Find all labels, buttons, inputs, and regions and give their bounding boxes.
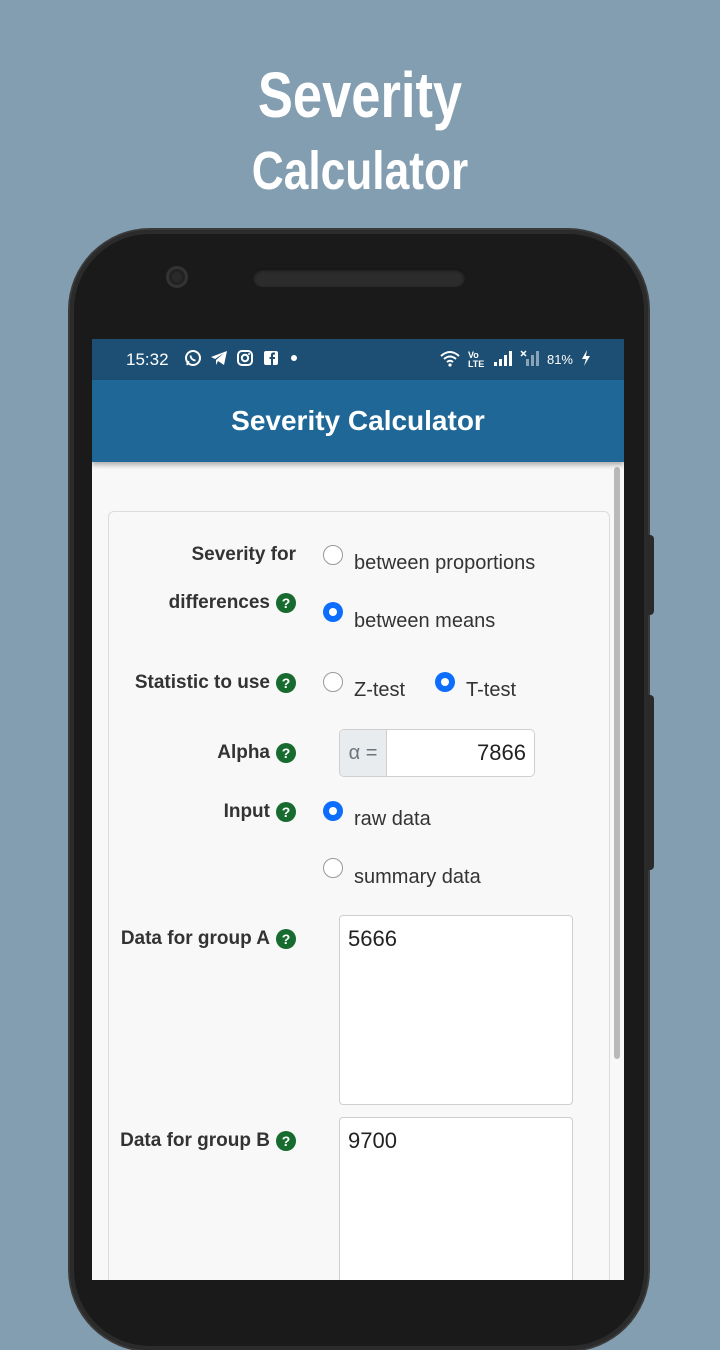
phone-screen: 15:32 Vo LTE 81% Severity Calculator Sev… [92,339,624,1280]
group-b-textarea[interactable]: 9700 [339,1117,573,1280]
option-z-test[interactable]: Z-test [354,679,405,702]
help-icon[interactable]: ? [276,743,296,763]
alpha-prefix: α = [340,730,387,776]
severity-label-line1: Severity for [191,544,296,565]
help-icon[interactable]: ? [276,1131,296,1151]
severity-label-line2: differences ? [169,592,296,614]
no-signal-icon [520,349,540,370]
volte-icon: Vo LTE [467,349,485,369]
alpha-input-group: α = 7866 [339,729,535,777]
help-icon[interactable]: ? [276,929,296,949]
dot-icon [288,349,300,372]
status-notification-icons [184,349,300,372]
group-b-label: Data for group B ? [120,1130,296,1152]
alpha-input[interactable]: 7866 [387,730,534,776]
radio-between-proportions[interactable] [323,545,343,565]
option-between-means[interactable]: between means [354,610,495,633]
front-camera [166,266,188,288]
group-a-textarea[interactable]: 5666 [339,915,573,1105]
signal-icon [493,349,513,370]
app-title: Severity Calculator [231,405,485,436]
instagram-icon [236,349,254,372]
statistic-label: Statistic to use ? [135,672,296,694]
battery-charging-icon [580,349,592,370]
group-a-label: Data for group A ? [121,928,296,950]
radio-t-test[interactable] [435,672,455,692]
promo-title-line1: Severity [257,59,463,131]
radio-raw-data[interactable] [323,801,343,821]
status-system-icons: Vo LTE 81% [439,349,592,370]
option-raw-data[interactable]: raw data [354,808,431,831]
status-time: 15:32 [126,350,169,369]
option-between-proportions[interactable]: between proportions [354,552,535,575]
earpiece-speaker [253,268,465,287]
scrollbar[interactable] [614,467,620,1059]
option-summary-data[interactable]: summary data [354,866,481,889]
promo-title-line2: Calculator [251,141,469,201]
radio-summary-data[interactable] [323,858,343,878]
option-t-test[interactable]: T-test [466,679,516,702]
calculator-form-card: Severity for differences ? between propo… [108,511,610,1280]
phone-volume-button [646,535,654,615]
facebook-icon [262,349,280,372]
help-icon[interactable]: ? [276,802,296,822]
whatsapp-icon [184,349,202,372]
input-label: Input ? [224,801,296,823]
wifi-icon [439,349,461,370]
help-icon[interactable]: ? [276,593,296,613]
radio-z-test[interactable] [323,672,343,692]
radio-between-means[interactable] [323,602,343,622]
phone-power-button [646,695,654,870]
help-icon[interactable]: ? [276,673,296,693]
app-bar: Severity Calculator [92,380,624,462]
alpha-label: Alpha ? [217,742,296,764]
status-bar: 15:32 Vo LTE 81% [92,339,624,380]
battery-percentage: 81% [546,352,573,367]
telegram-icon [210,349,228,372]
